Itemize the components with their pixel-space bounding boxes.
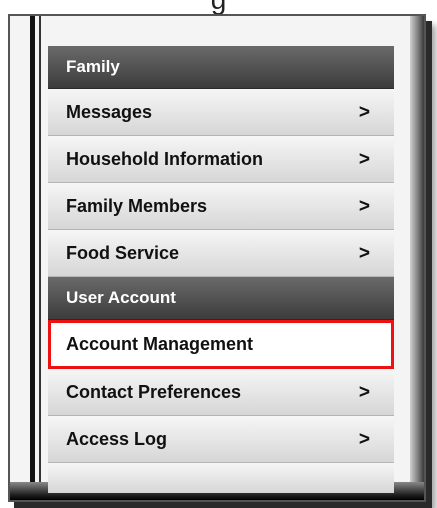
menu-item-food-service[interactable]: Food Service > [48,230,394,277]
menu-item-label: Food Service [66,243,180,263]
section-header-user-account: User Account [48,277,394,320]
chevron-right-icon: > [358,243,370,264]
menu-item-label: Family Members [66,196,208,216]
menu-item-contact-preferences[interactable]: Contact Preferences > [48,369,394,416]
menu-frame: Family Messages > Household Information … [8,14,426,502]
menu-item-access-log[interactable]: Access Log > [48,416,394,463]
menu-item-label: Account Management [66,334,254,354]
chevron-right-icon: > [358,196,370,217]
menu-item-partial [48,463,394,493]
left-rail [30,16,35,500]
menu-item-label: Access Log [66,429,168,449]
chevron-right-icon: > [358,149,370,170]
menu-item-label: Household Information [66,149,263,169]
navigation-menu: Family Messages > Household Information … [48,46,394,493]
chevron-right-icon: > [358,382,370,403]
section-header-family: Family [48,46,394,89]
menu-item-account-management[interactable]: Account Management [48,320,394,369]
menu-item-household-information[interactable]: Household Information > [48,136,394,183]
chevron-right-icon: > [358,102,370,123]
menu-item-messages[interactable]: Messages > [48,89,394,136]
right-bevel [410,16,424,500]
menu-item-family-members[interactable]: Family Members > [48,183,394,230]
chevron-right-icon: > [358,429,370,450]
menu-item-label: Messages [66,102,153,122]
menu-item-label: Contact Preferences [66,382,242,402]
left-rail-inner [39,16,41,500]
